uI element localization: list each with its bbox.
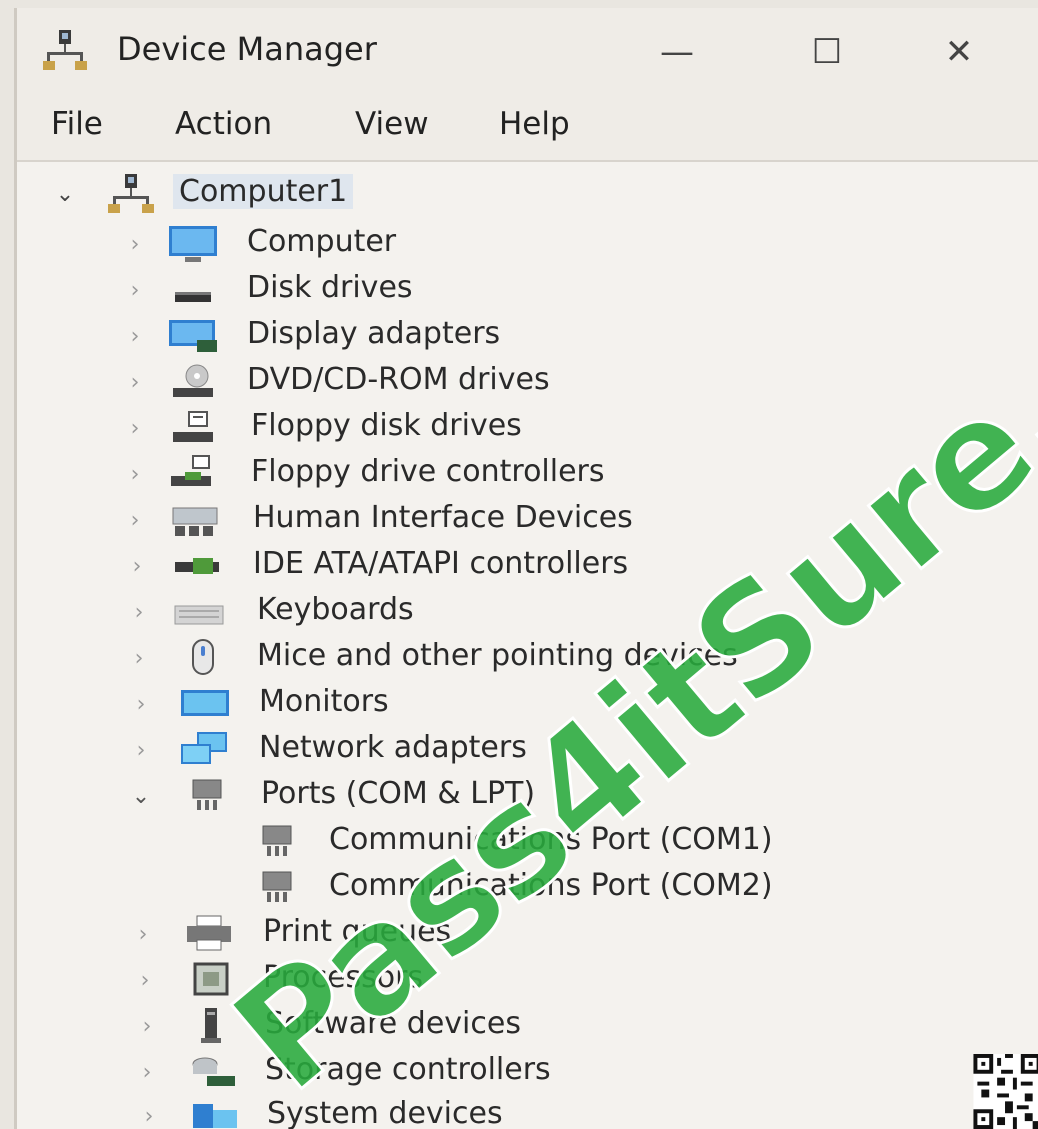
chevron-right-icon[interactable]: › [129,738,153,763]
tree-item-keyboards[interactable]: › Keyboards [17,590,617,634]
device-tree[interactable]: ⌄ Computer1 › Computer › Disk drives › D… [17,160,1038,1129]
tree-item-label[interactable]: Disk drives [247,270,413,305]
chevron-right-icon[interactable]: › [125,554,149,579]
chevron-right-icon[interactable]: › [135,1060,159,1085]
chevron-right-icon[interactable]: › [123,278,147,303]
monitor-icon [181,690,229,716]
chevron-right-icon[interactable]: › [129,692,153,717]
computer-network-icon [43,30,87,70]
tree-item-label[interactable]: DVD/CD-ROM drives [247,362,550,397]
floppy-drive-icon [173,411,213,442]
tree-item-floppy-drive-controllers[interactable]: › Floppy drive controllers [17,452,717,496]
tree-root[interactable]: ⌄ Computer1 [17,172,437,216]
maximize-button[interactable]: ☐ [787,22,867,82]
tree-item-disk-drives[interactable]: › Disk drives [17,268,617,312]
monitor-icon [169,226,217,262]
tree-item-label[interactable]: Mice and other pointing devices [257,638,738,673]
close-icon: ✕ [944,32,974,72]
tree-item-human-interface-devices[interactable]: › Human Interface Devices [17,498,737,542]
tree-item-com1[interactable]: Communications Port (COM1) [17,820,897,864]
computer-network-icon [108,174,154,213]
storage-controller-icon [192,1057,235,1086]
window-title: Device Manager [117,30,377,68]
tree-item-label[interactable]: Human Interface Devices [253,500,633,535]
chevron-right-icon[interactable]: › [137,1104,161,1129]
display-adapter-icon [169,320,217,352]
tree-item-system-devices[interactable]: › System devices [17,1094,657,1129]
software-device-icon [201,1008,221,1043]
tree-item-software-devices[interactable]: › Software devices [17,1004,657,1048]
disk-drive-icon [175,292,211,302]
tree-item-label[interactable]: Print queues [263,914,451,949]
tree-item-label[interactable]: Ports (COM & LPT) [261,776,535,811]
port-icon [262,825,292,856]
chevron-right-icon[interactable]: › [123,324,147,349]
tree-item-computer[interactable]: › Computer [17,222,617,266]
tree-item-network-adapters[interactable]: › Network adapters [17,728,657,772]
menu-bar: File Action View Help [17,94,1038,160]
menu-help[interactable]: Help [499,106,570,142]
tree-item-label[interactable]: Network adapters [259,730,527,765]
tree-item-ide-controllers[interactable]: › IDE ATA/ATAPI controllers [17,544,757,588]
menu-action[interactable]: Action [175,106,272,142]
tree-item-ports[interactable]: ⌄ Ports (COM & LPT) [17,774,657,818]
port-icon [192,779,222,810]
tree-item-label[interactable]: Display adapters [247,316,500,351]
tree-item-label[interactable]: Communications Port (COM1) [329,822,773,857]
chevron-right-icon[interactable]: › [131,922,155,947]
port-icon [262,871,292,902]
system-devices-icon [193,1104,237,1128]
chevron-right-icon[interactable]: › [123,370,147,395]
tree-item-com2[interactable]: Communications Port (COM2) [17,866,897,910]
floppy-controller-icon [171,455,211,486]
tree-item-monitors[interactable]: › Monitors [17,682,617,726]
tree-item-label[interactable]: Software devices [265,1006,521,1041]
tree-item-label[interactable]: IDE ATA/ATAPI controllers [253,546,628,581]
keyboard-icon [174,605,224,625]
tree-item-label[interactable]: Keyboards [257,592,414,627]
mouse-icon [192,639,214,675]
tree-item-label[interactable]: Communications Port (COM2) [329,868,773,903]
tree-item-print-queues[interactable]: › Print queues [17,912,617,956]
chevron-right-icon[interactable]: › [133,968,157,993]
minimize-button[interactable]: — [637,22,717,82]
tree-item-floppy-disk-drives[interactable]: › Floppy disk drives [17,406,657,450]
tree-item-display-adapters[interactable]: › Display adapters [17,314,617,358]
tree-item-label[interactable]: Computer [247,224,396,259]
tree-item-storage-controllers[interactable]: › Storage controllers [17,1050,657,1094]
tree-item-label[interactable]: Storage controllers [265,1052,551,1087]
processor-icon [193,962,229,996]
tree-root-label[interactable]: Computer1 [173,174,354,209]
qr-code-icon [973,1054,1038,1129]
menu-view[interactable]: View [355,106,429,142]
minimize-icon: — [660,32,694,72]
chevron-right-icon[interactable]: › [127,600,151,625]
dvd-drive-icon [173,364,213,397]
hid-icon [172,507,218,536]
menu-file[interactable]: File [51,106,103,142]
chevron-right-icon[interactable]: › [127,646,151,671]
tree-item-processors[interactable]: › Processors [17,958,617,1002]
chevron-down-icon[interactable]: ⌄ [53,182,77,207]
chevron-right-icon[interactable]: › [123,232,147,257]
close-button[interactable]: ✕ [919,22,999,82]
tree-item-label[interactable]: Floppy disk drives [251,408,522,443]
tree-item-mice[interactable]: › Mice and other pointing devices [17,636,877,680]
ide-controller-icon [175,558,219,574]
chevron-right-icon[interactable]: › [123,508,147,533]
device-manager-window: Device Manager — ☐ ✕ File Action View He… [14,8,1038,1129]
printer-icon [187,915,231,951]
chevron-down-icon[interactable]: ⌄ [129,784,153,809]
title-bar[interactable]: Device Manager — ☐ ✕ [17,8,1038,94]
network-adapter-icon [181,732,227,764]
tree-item-dvd-drives[interactable]: › DVD/CD-ROM drives [17,360,657,404]
tree-item-label[interactable]: System devices [267,1096,503,1129]
tree-item-label[interactable]: Floppy drive controllers [251,454,605,489]
tree-item-label[interactable]: Monitors [259,684,389,719]
chevron-right-icon[interactable]: › [123,416,147,441]
chevron-right-icon[interactable]: › [123,462,147,487]
maximize-icon: ☐ [811,32,843,72]
chevron-right-icon[interactable]: › [135,1014,159,1039]
tree-item-label[interactable]: Processors [263,960,423,995]
